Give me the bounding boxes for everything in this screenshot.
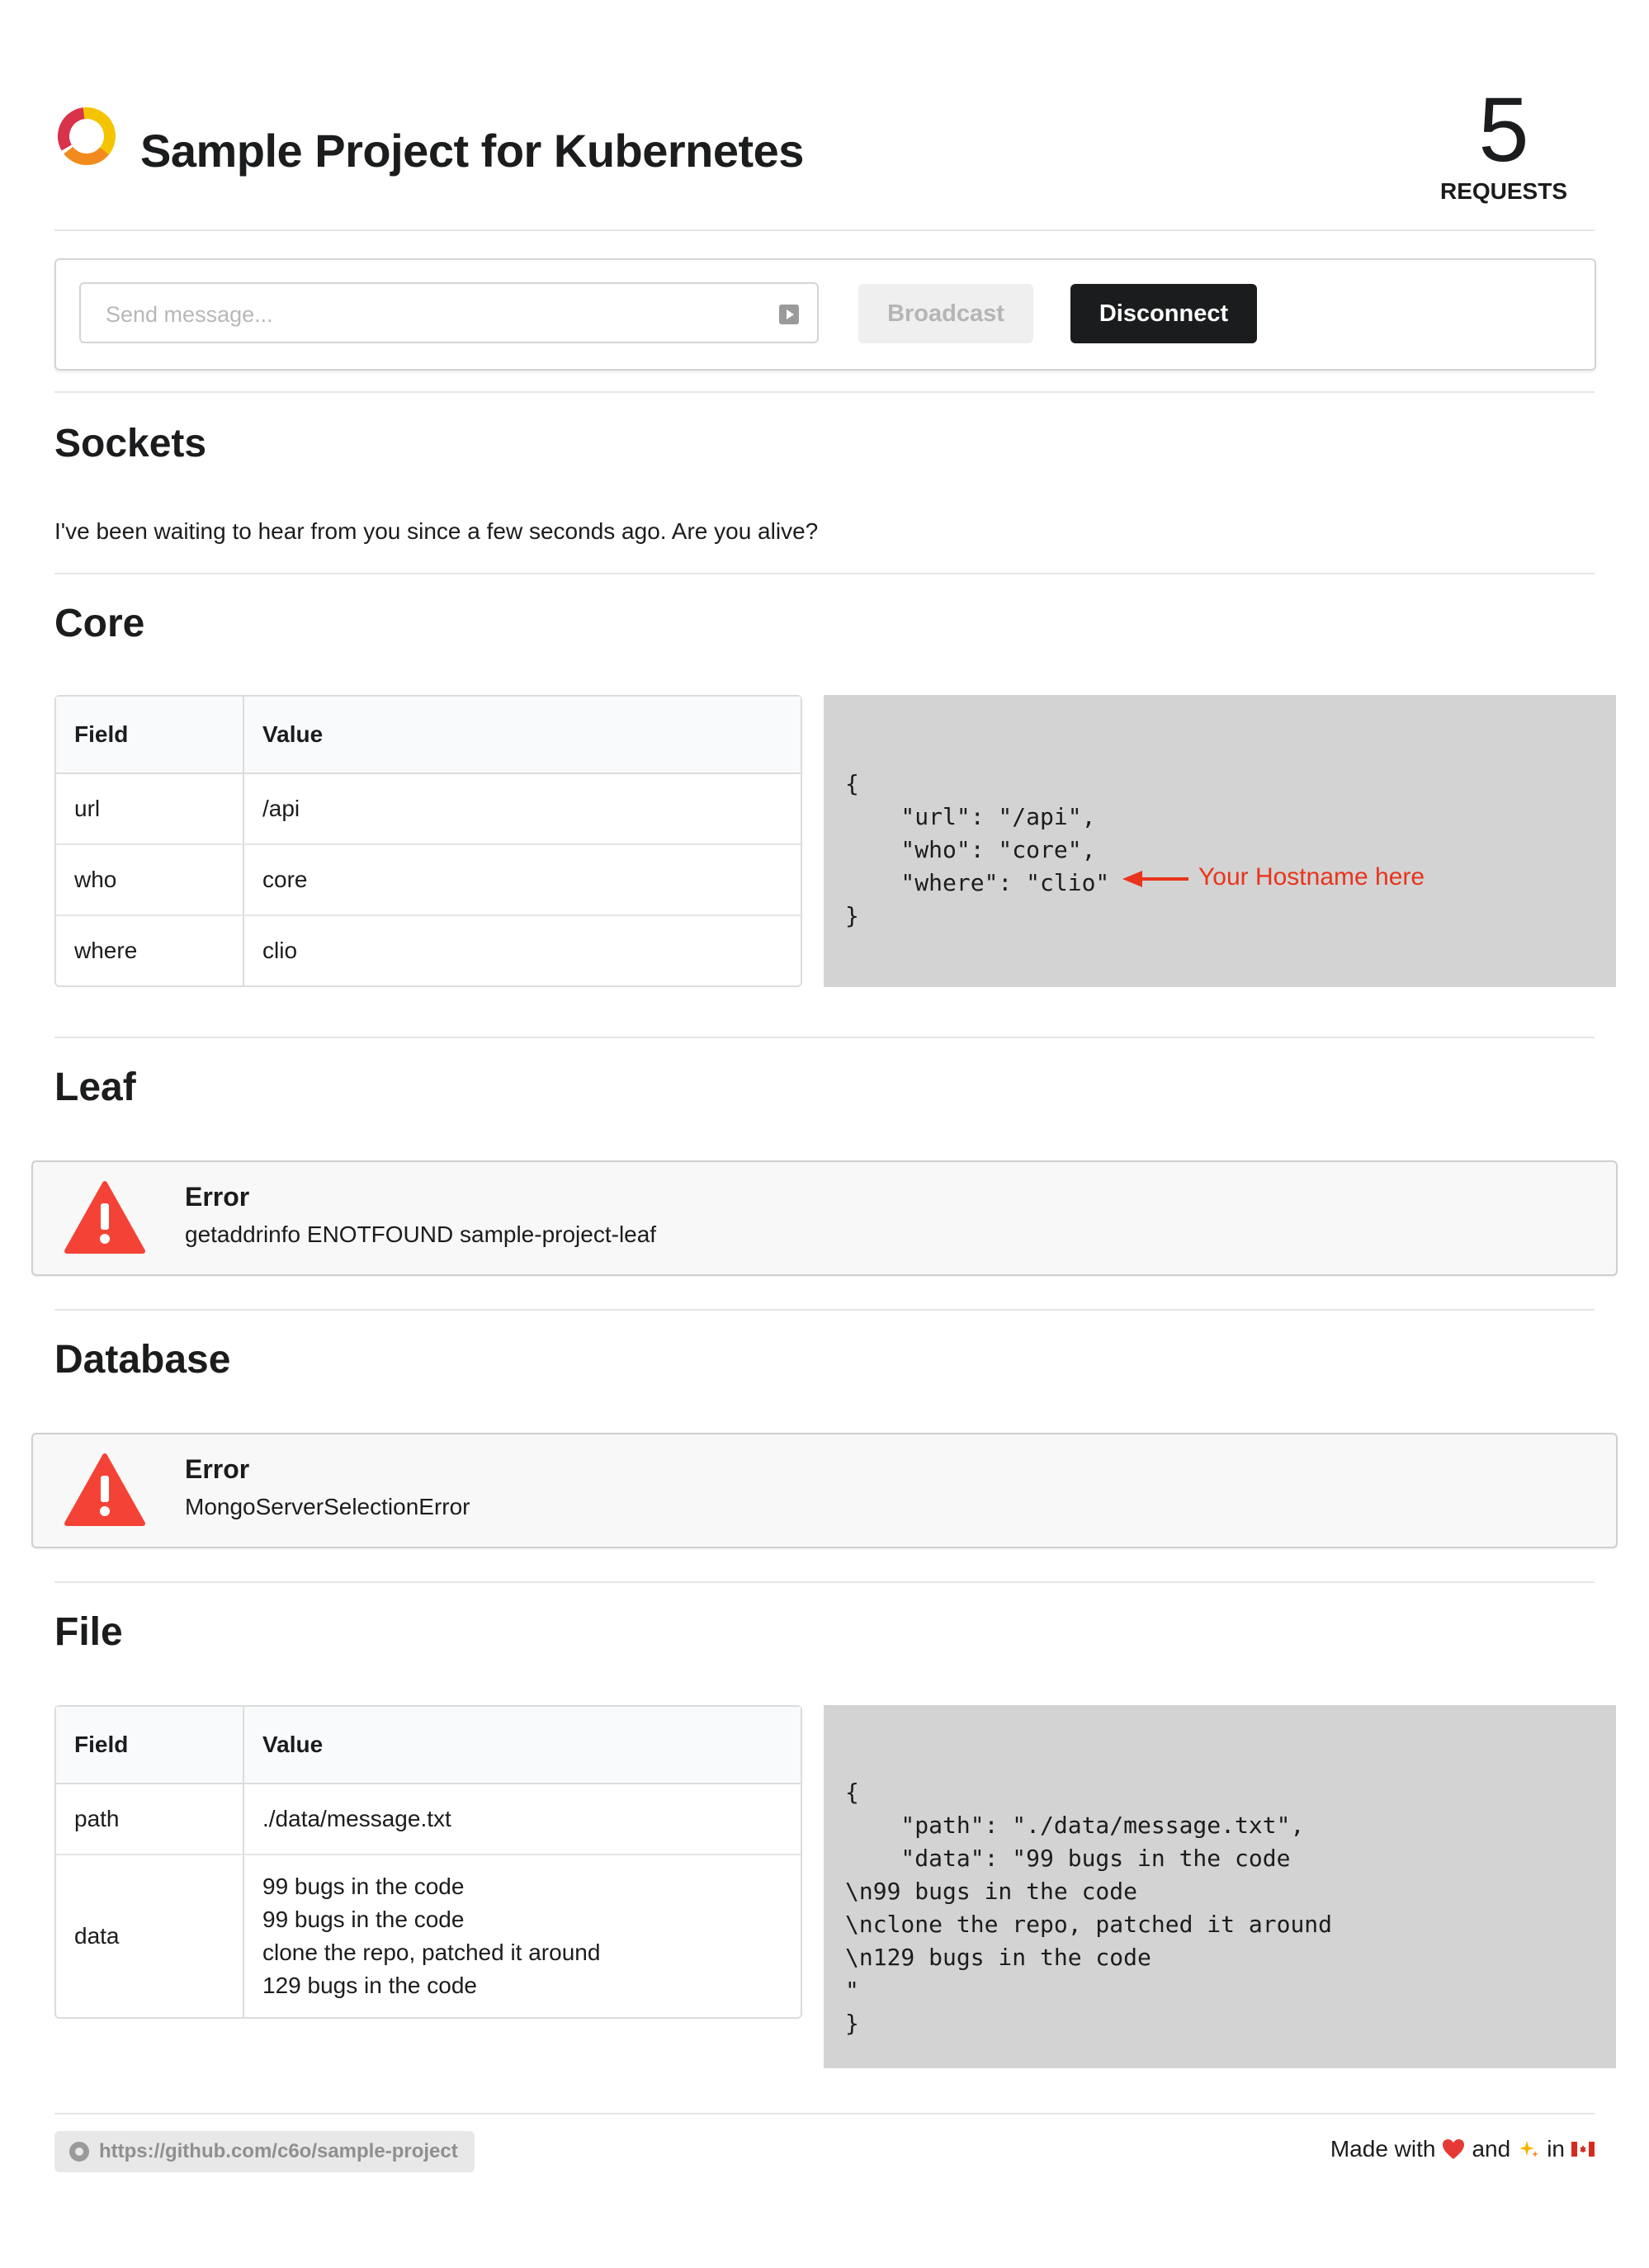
json-code: { "path": "./data/message.txt", "data": … (845, 1776, 1332, 2040)
made-with-in: in (1547, 2136, 1565, 2162)
table-row: path ./data/message.txt (56, 1784, 801, 1854)
send-icon[interactable] (779, 305, 799, 324)
sockets-heading: Sockets (54, 422, 207, 465)
core-table: Field Value url /api who core where clio (54, 695, 802, 987)
made-with-prefix: Made with (1330, 2136, 1436, 2162)
repo-link[interactable]: https://github.com/c6o/sample-project (54, 2131, 475, 2172)
table-row: who core (56, 843, 801, 914)
value-line: 99 bugs in the code (262, 1907, 465, 1932)
column-header-field: Field (56, 697, 244, 774)
field-cell: path (56, 1784, 244, 1854)
json-line: "data": "99 bugs in the code (845, 1845, 1291, 1872)
made-with-and: and (1472, 2136, 1511, 2162)
hostname-annotation: Your Hostname here (1198, 863, 1425, 891)
value-cell: ./data/message.txt (262, 1806, 451, 1831)
warning-icon (64, 1181, 145, 1254)
disconnect-button[interactable]: Disconnect (1070, 284, 1257, 343)
github-icon (69, 2142, 89, 2162)
json-line: } (845, 2010, 859, 2037)
json-line: "who": "core", (845, 836, 1096, 863)
json-line: \nclone the repo, patched it around (845, 1911, 1333, 1938)
divider (54, 1037, 1595, 1038)
file-table: Field Value path ./data/message.txt data… (54, 1705, 802, 2019)
field-cell: data (56, 1854, 244, 2017)
value-cell: clio (244, 914, 801, 985)
core-heading: Core (54, 602, 145, 645)
heart-icon (1443, 2139, 1465, 2159)
divider (54, 391, 1595, 393)
broadcast-button[interactable]: Broadcast (858, 284, 1033, 343)
canada-flag-icon (1571, 2142, 1595, 2157)
field-cell: who (56, 843, 244, 914)
project-logo-icon (58, 107, 116, 165)
send-message-input[interactable] (104, 297, 768, 332)
page-title: Sample Project for Kubernetes (140, 125, 804, 177)
requests-count: 5 (1478, 79, 1529, 181)
requests-label: REQUESTS (1439, 178, 1568, 204)
value-line: clone the repo, patched it around (262, 1940, 601, 1965)
column-header-value: Value (244, 697, 801, 774)
json-code: { "url": "/api", "who": "core", "where":… (845, 768, 1109, 933)
database-heading: Database (54, 1338, 231, 1382)
value-cell: core (244, 843, 801, 914)
warning-icon (64, 1453, 145, 1526)
field-cell: where (56, 914, 244, 985)
value-line: 129 bugs in the code (262, 1973, 477, 1998)
file-heading: File (54, 1610, 123, 1654)
value-line: 99 bugs in the code (262, 1873, 465, 1899)
send-message-field[interactable] (79, 282, 819, 343)
core-json-block: { "url": "/api", "who": "core", "where":… (824, 695, 1616, 987)
file-json-block: { "path": "./data/message.txt", "data": … (824, 1705, 1616, 2068)
made-with-credit: Made with and in (1330, 2136, 1595, 2162)
repo-link-text[interactable]: https://github.com/c6o/sample-project (99, 2140, 458, 2162)
field-cell: url (56, 774, 244, 843)
divider (54, 1581, 1595, 1583)
json-line: { (845, 1779, 859, 1806)
leaf-heading: Leaf (54, 1065, 136, 1109)
json-line: "path": "./data/message.txt", (845, 1812, 1305, 1839)
sockets-status-text: I've been waiting to hear from you since… (54, 518, 819, 544)
table-row: data 99 bugs in the code 99 bugs in the … (56, 1854, 801, 2017)
json-line: "where": "clio" (845, 869, 1110, 896)
database-error-message: Error MongoServerSelectionError (31, 1433, 1618, 1548)
json-line: } (845, 902, 859, 929)
value-cell: /api (262, 796, 300, 821)
column-header-field: Field (56, 1707, 244, 1784)
value-cell: 99 bugs in the code 99 bugs in the code … (244, 1854, 801, 2017)
json-line: \n129 bugs in the code (845, 1944, 1151, 1971)
error-title: Error (185, 1454, 250, 1484)
table-row: url /api (56, 774, 801, 843)
divider (54, 229, 1595, 231)
arrow-left-icon (1122, 871, 1188, 887)
sparkles-icon (1519, 2141, 1539, 2157)
divider (54, 2113, 1595, 2114)
error-text: getaddrinfo ENOTFOUND sample-project-lea… (185, 1221, 657, 1247)
error-text: MongoServerSelectionError (185, 1494, 470, 1519)
json-line: \n99 bugs in the code (845, 1878, 1138, 1905)
divider (54, 573, 1595, 574)
json-line: { (845, 770, 859, 797)
leaf-error-message: Error getaddrinfo ENOTFOUND sample-proje… (31, 1160, 1618, 1276)
divider (54, 1309, 1595, 1311)
json-line: "url": "/api", (845, 803, 1096, 830)
error-title: Error (185, 1182, 250, 1212)
column-header-value: Value (244, 1707, 801, 1784)
table-row: where clio (56, 914, 801, 985)
json-line: " (845, 1977, 859, 2004)
